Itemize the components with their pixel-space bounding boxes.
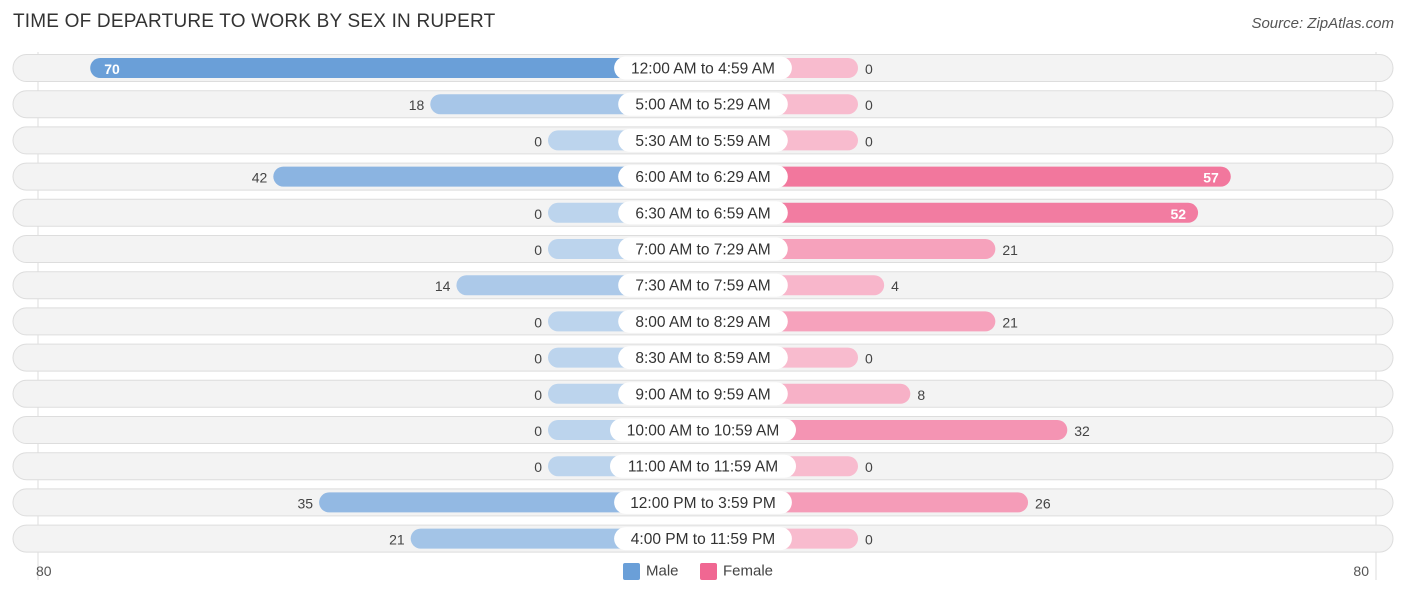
legend-label-male: Male: [646, 563, 679, 580]
female-value-label: 57: [1203, 170, 1219, 186]
male-value-label: 14: [435, 278, 451, 294]
female-value-label: 21: [1002, 314, 1018, 330]
male-value-label: 0: [534, 387, 542, 403]
category-label: 12:00 PM to 3:59 PM: [630, 495, 776, 512]
legend-label-female: Female: [723, 563, 773, 580]
male-bar: [90, 58, 703, 78]
category-label: 7:30 AM to 7:59 AM: [635, 278, 770, 295]
female-value-label: 0: [865, 133, 873, 149]
category-label: 6:00 AM to 6:29 AM: [635, 169, 770, 186]
category-label: 9:00 AM to 9:59 AM: [635, 386, 770, 403]
female-value-label: 0: [865, 532, 873, 548]
male-value-label: 0: [534, 133, 542, 149]
category-label: 7:00 AM to 7:29 AM: [635, 242, 770, 259]
category-label: 11:00 AM to 11:59 AM: [628, 459, 778, 476]
category-label: 8:30 AM to 8:59 AM: [635, 350, 770, 367]
female-value-label: 8: [917, 387, 925, 403]
axis-label-right: 80: [1353, 563, 1369, 579]
male-value-label: 0: [534, 206, 542, 222]
male-value-label: 0: [534, 242, 542, 258]
male-value-label: 35: [298, 495, 314, 511]
legend-swatch-male: [623, 563, 640, 580]
female-value-label: 0: [865, 97, 873, 113]
female-value-label: 26: [1035, 495, 1051, 511]
male-value-label: 0: [534, 351, 542, 367]
male-value-label: 0: [534, 459, 542, 475]
male-value-label: 42: [252, 170, 268, 186]
female-value-label: 4: [891, 278, 899, 294]
female-value-label: 0: [865, 459, 873, 475]
female-value-label: 52: [1171, 206, 1187, 222]
legend-swatch-female: [700, 563, 717, 580]
axis-label-left: 80: [36, 563, 52, 579]
male-value-label: 70: [104, 61, 120, 77]
female-value-label: 0: [865, 61, 873, 77]
female-value-label: 21: [1002, 242, 1018, 258]
male-value-label: 0: [534, 423, 542, 439]
category-label: 10:00 AM to 10:59 AM: [627, 423, 780, 440]
female-value-label: 0: [865, 351, 873, 367]
male-value-label: 18: [409, 97, 425, 113]
category-label: 5:30 AM to 5:59 AM: [635, 133, 770, 150]
category-label: 12:00 AM to 4:59 AM: [631, 61, 775, 78]
chart-canvas: 12:00 AM to 4:59 AM 70 0 5:00 AM to 5:29 AM…: [12, 52, 1394, 580]
category-label: 8:00 AM to 8:29 AM: [635, 314, 770, 331]
female-value-label: 32: [1074, 423, 1090, 439]
category-label: 5:00 AM to 5:29 AM: [635, 97, 770, 114]
male-value-label: 21: [389, 532, 405, 548]
male-value-label: 0: [534, 314, 542, 330]
category-label: 6:30 AM to 6:59 AM: [635, 205, 770, 222]
category-label: 4:00 PM to 11:59 PM: [631, 531, 775, 548]
